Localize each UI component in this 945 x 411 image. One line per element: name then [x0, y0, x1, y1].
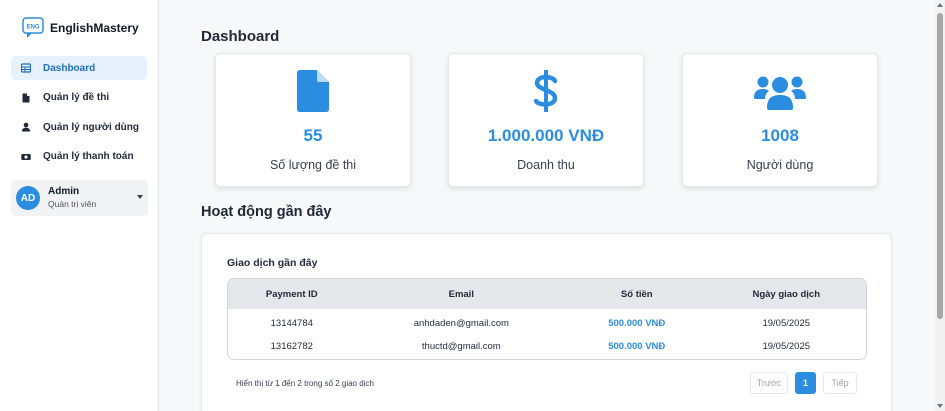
user-icon — [21, 122, 31, 132]
caret-down-icon — [137, 195, 143, 199]
user-info: Admin Quản trị viên — [48, 186, 96, 211]
page-number-button[interactable]: 1 — [795, 372, 816, 394]
stat-value: 1008 — [761, 126, 799, 145]
table-row[interactable]: 13144784 anhdaden@gmail.com 500.000 VNĐ … — [228, 309, 866, 334]
table-row[interactable]: 13162782 thuctd@gmail.com 500.000 VNĐ 19… — [228, 334, 866, 359]
column-header: Payment ID — [265, 288, 318, 300]
stat-card-revenue: 1.000.000 VNĐ Doanh thu — [448, 53, 644, 187]
eng-chat-logo-icon: ENG — [22, 17, 44, 39]
stat-value: 1.000.000 VNĐ — [487, 126, 605, 145]
prev-page-button[interactable]: Trước — [750, 372, 788, 394]
stat-value: 55 — [303, 126, 323, 145]
sidebar-nav: Dashboard Quản lý đề thi Quản lý người d… — [0, 56, 158, 169]
next-page-button[interactable]: Tiếp — [823, 372, 857, 394]
sidebar: ENG EnglishMastery Dashboard Quản lý đề … — [0, 0, 159, 411]
brand[interactable]: ENG EnglishMastery — [0, 0, 158, 56]
scroll-thumb[interactable] — [937, 13, 943, 319]
scroll-down-arrow-icon[interactable] — [937, 404, 943, 408]
avatar: AD — [16, 186, 40, 210]
stat-label: Doanh thu — [517, 158, 575, 172]
sidebar-item-payments[interactable]: Quản lý thanh toán — [11, 145, 147, 169]
sidebar-item-exams[interactable]: Quản lý đề thi — [11, 86, 147, 110]
sidebar-item-label: Dashboard — [43, 62, 96, 74]
dollar-icon — [449, 70, 643, 112]
column-header: Ngày giao dịch — [752, 288, 821, 300]
users-icon — [683, 70, 877, 112]
transactions-table: Payment ID Email Số tiền Ngày giao dịch … — [227, 278, 867, 360]
column-header: Số tiền — [620, 288, 653, 300]
vertical-scrollbar[interactable] — [935, 0, 945, 411]
amount-cell: 500.000 VNĐ — [608, 341, 666, 352]
stat-label: Người dùng — [746, 158, 814, 172]
section-title: Hoạt động gần đây — [201, 204, 332, 220]
panel-title: Giao dịch gần đây — [227, 257, 318, 269]
payment-id-cell: 13162782 — [270, 341, 313, 352]
date-cell: 19/05/2025 — [762, 341, 811, 352]
money-bill-icon — [21, 152, 31, 162]
app-name: EnglishMastery — [50, 21, 139, 35]
stat-card-exams: 55 Số lượng đề thi — [215, 53, 411, 187]
stat-label: Số lượng đề thi — [269, 158, 357, 172]
table-icon — [21, 63, 31, 73]
logo-text: ENG — [26, 25, 39, 31]
stat-card-users: 1008 Người dùng — [682, 53, 878, 187]
pagination-info: Hiển thị từ 1 đến 2 trong số 2 giao dịch — [236, 379, 374, 388]
sidebar-item-label: Quản lý đề thi — [43, 92, 110, 103]
app-root: ENG EnglishMastery Dashboard Quản lý đề … — [0, 0, 945, 411]
date-cell: 19/05/2025 — [762, 317, 811, 329]
sidebar-item-users[interactable]: Quản lý người dùng — [11, 115, 147, 139]
email-cell: thuctd@gmail.com — [421, 341, 501, 352]
amount-cell: 500.000 VNĐ — [608, 317, 666, 329]
page-title: Dashboard — [201, 28, 280, 45]
recent-transactions-panel: Giao dịch gần đây Payment ID Email Số ti… — [201, 233, 892, 411]
column-header: Email — [448, 288, 474, 300]
user-role: Quản trị viên — [48, 198, 97, 209]
sidebar-item-dashboard[interactable]: Dashboard — [11, 56, 147, 80]
sidebar-item-label: Quản lý thanh toán — [43, 151, 134, 162]
payment-id-cell: 13144784 — [270, 317, 313, 329]
user-menu[interactable]: AD Admin Quản trị viên — [11, 180, 148, 216]
sidebar-item-label: Quản lý người dùng — [43, 121, 140, 133]
table-header-row: Payment ID Email Số tiền Ngày giao dịch — [228, 279, 866, 309]
pagination: Trước 1 Tiếp — [750, 372, 857, 394]
file-icon — [21, 93, 31, 103]
main-content: Dashboard 55 Số lượng đề thi 1.000.000 V… — [159, 0, 945, 411]
user-name: Admin — [48, 185, 80, 197]
email-cell: anhdaden@gmail.com — [413, 317, 509, 329]
file-icon — [216, 70, 410, 112]
scroll-up-arrow-icon[interactable] — [937, 3, 943, 7]
